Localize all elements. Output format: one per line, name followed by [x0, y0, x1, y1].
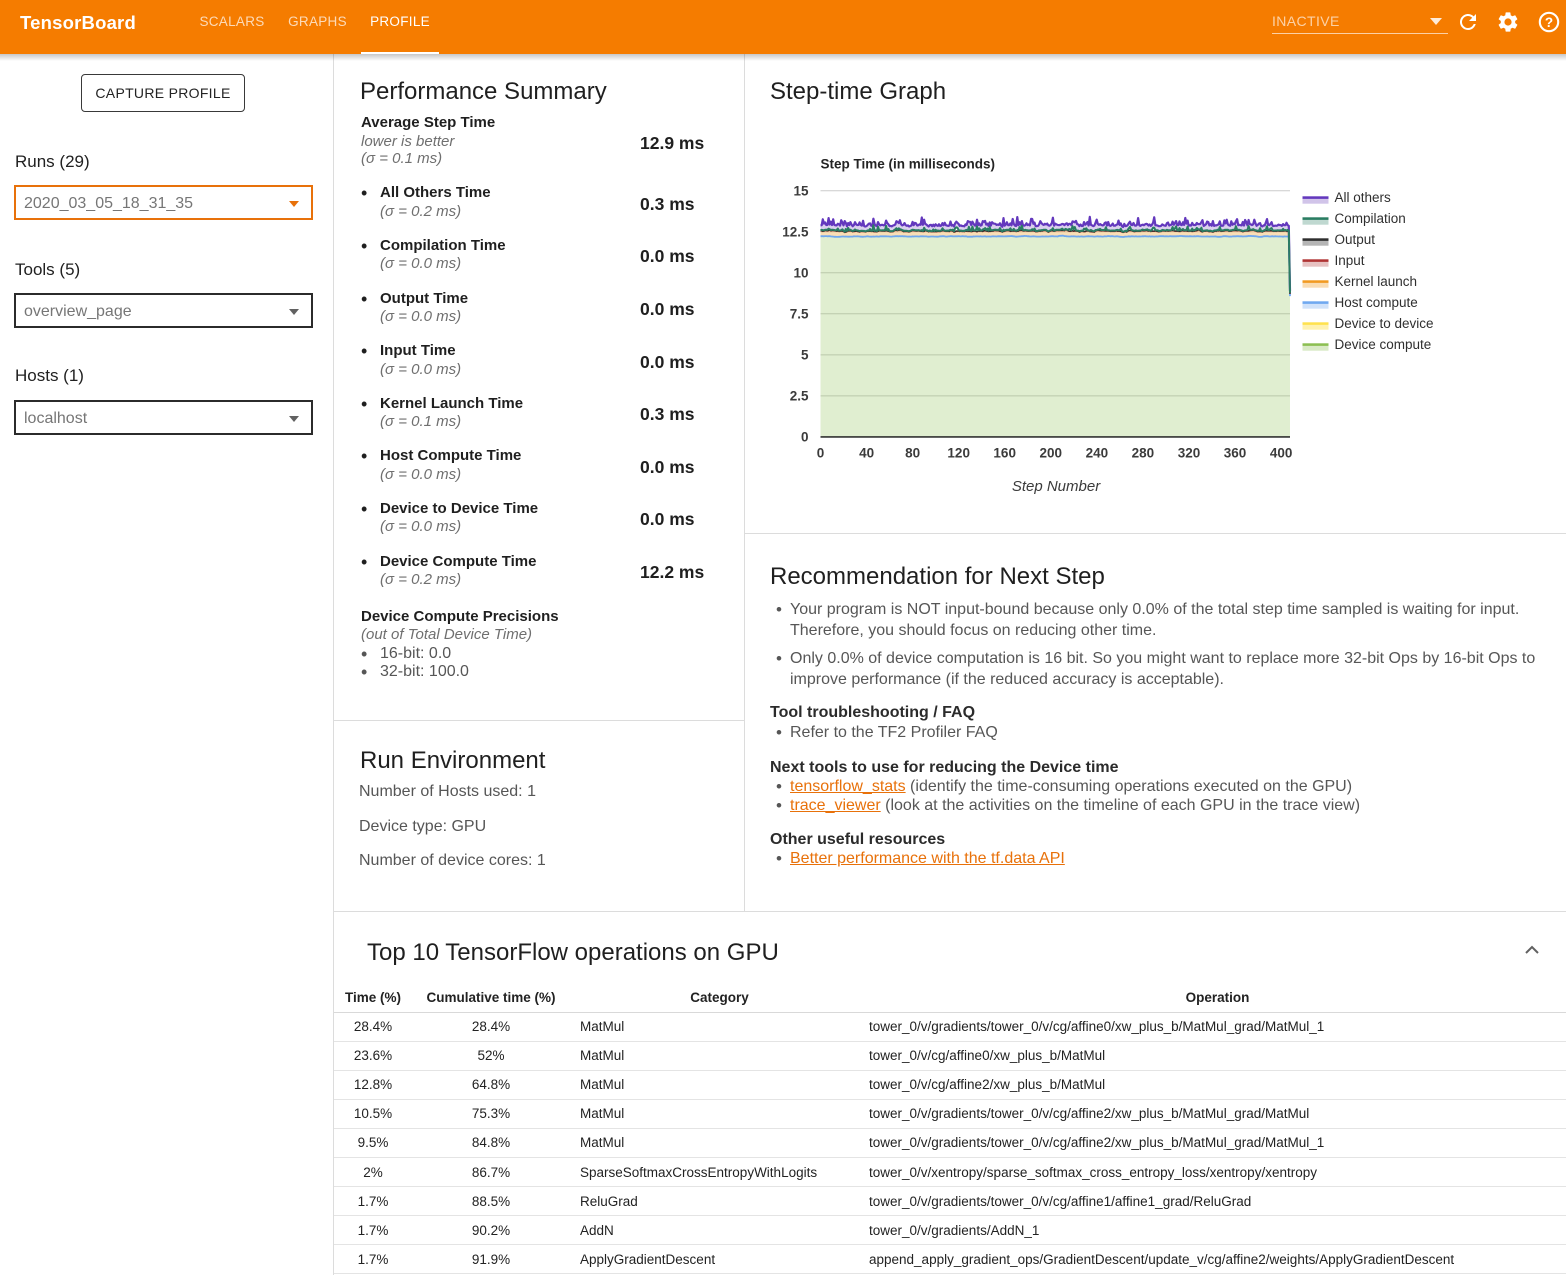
- svg-text:120: 120: [947, 446, 970, 461]
- svg-text:10: 10: [793, 266, 808, 281]
- svg-text:7.5: 7.5: [790, 307, 809, 322]
- svg-text:0: 0: [817, 446, 825, 461]
- svg-text:Device to device: Device to device: [1335, 316, 1434, 331]
- svg-text:15: 15: [793, 184, 809, 199]
- svg-text:Host compute: Host compute: [1335, 295, 1418, 310]
- svg-text:2.5: 2.5: [790, 389, 809, 404]
- svg-text:12.5: 12.5: [782, 225, 809, 240]
- svg-text:Step Time (in milliseconds): Step Time (in milliseconds): [821, 157, 996, 172]
- svg-text:All others: All others: [1335, 190, 1392, 205]
- svg-text:Device compute: Device compute: [1335, 337, 1432, 352]
- svg-text:Kernel launch: Kernel launch: [1335, 274, 1418, 289]
- svg-text:200: 200: [1040, 446, 1063, 461]
- svg-text:Compilation: Compilation: [1335, 211, 1406, 226]
- svg-text:?: ?: [1545, 15, 1553, 30]
- svg-text:5: 5: [801, 348, 809, 363]
- svg-text:80: 80: [905, 446, 920, 461]
- svg-text:360: 360: [1224, 446, 1247, 461]
- svg-text:40: 40: [859, 446, 874, 461]
- svg-text:280: 280: [1132, 446, 1155, 461]
- svg-text:0: 0: [801, 430, 809, 445]
- svg-text:Output: Output: [1335, 232, 1376, 247]
- svg-text:320: 320: [1178, 446, 1201, 461]
- svg-text:160: 160: [993, 446, 1016, 461]
- svg-text:Input: Input: [1335, 253, 1365, 268]
- svg-text:400: 400: [1270, 446, 1293, 461]
- svg-text:240: 240: [1086, 446, 1109, 461]
- svg-text:Step Number: Step Number: [1012, 478, 1101, 495]
